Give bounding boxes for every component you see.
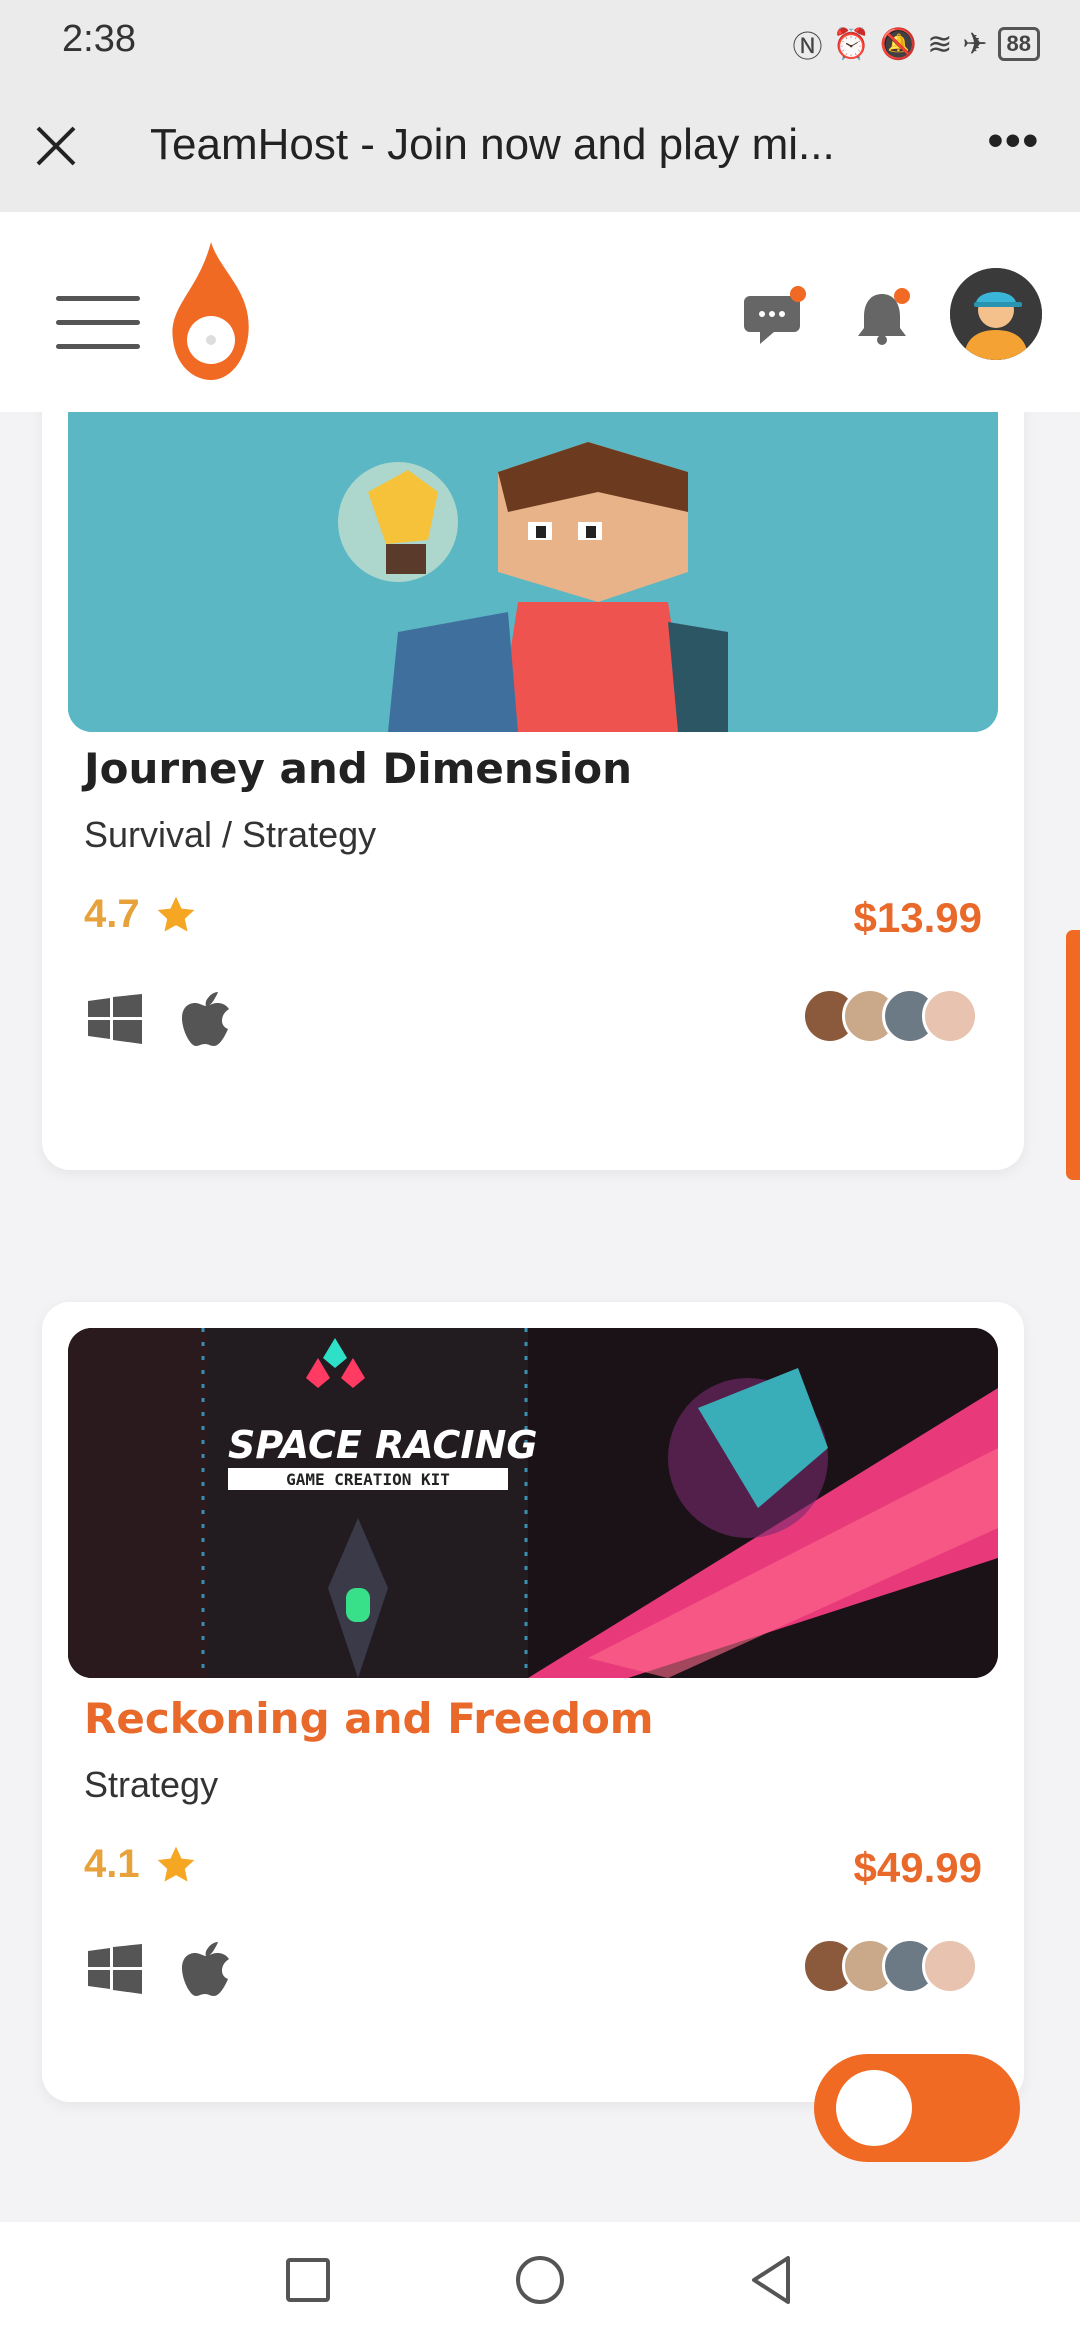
game-card[interactable]: Journey and Dimension Survival / Strateg… [42,412,1024,1170]
close-icon[interactable] [28,118,84,174]
site-header [0,212,1080,412]
theme-toggle[interactable] [814,2054,1020,2162]
players-group[interactable] [802,1938,978,1994]
logo[interactable] [168,242,254,380]
apple-icon [182,992,229,1046]
chat-icon[interactable] [742,282,812,352]
browser-toolbar: TeamHost - Join now and play mi... ••• [0,80,1080,212]
star-icon [157,1846,194,1882]
browser-title: TeamHost - Join now and play mi... [150,120,835,169]
system-nav-bar [0,2222,1080,2340]
game-card[interactable]: SPACE RACING GAME CREATION KIT Reckoning… [42,1302,1024,2102]
airplane-icon: ✈ [962,27,988,61]
alarm-icon: ⏰ [832,27,870,61]
recents-icon[interactable] [278,2250,338,2310]
scrollbar[interactable] [1066,930,1080,1180]
status-time: 2:38 [62,18,136,60]
more-icon[interactable]: ••• [988,116,1040,166]
star-icon [157,896,194,932]
mute-icon: 🔕 [879,27,918,61]
rating-value: 4.1 [84,1842,140,1886]
status-icons: Ⓝ ⏰ 🔕 ≋ ✈ 88 [793,22,1040,66]
windows-icon [88,994,142,1044]
home-icon[interactable] [510,2250,570,2310]
nfc-icon: Ⓝ [792,31,823,64]
game-price: $49.99 [853,1844,982,1891]
game-price: $13.99 [853,894,982,941]
game-thumbnail[interactable]: SPACE RACING GAME CREATION KIT [68,1328,998,1678]
game-list: Journey and Dimension Survival / Strateg… [0,412,1080,2222]
wifi-icon: ≋ [927,27,953,61]
platforms [88,1942,230,1996]
image-title: SPACE RACING [228,1423,538,1467]
menu-icon[interactable] [56,296,140,352]
game-genre: Strategy [84,1764,219,1805]
game-thumbnail[interactable] [68,412,998,732]
player-avatar [922,1938,978,1994]
back-icon[interactable] [742,2250,802,2310]
game-title[interactable]: Journey and Dimension [84,744,632,793]
battery-icon: 88 [997,27,1040,61]
apple-icon [182,1942,229,1996]
windows-icon [88,1944,142,1994]
rating-value: 4.7 [84,892,140,936]
player-avatar [922,988,978,1044]
game-rating: 4.7 [84,892,198,937]
avatar[interactable] [950,268,1042,360]
game-rating: 4.1 [84,1842,198,1887]
toggle-knob [836,2070,912,2146]
status-bar: 2:38 Ⓝ ⏰ 🔕 ≋ ✈ 88 [0,0,1080,80]
game-genre: Survival / Strategy [84,814,377,855]
image-subtitle: GAME CREATION KIT [286,1470,450,1489]
game-title[interactable]: Reckoning and Freedom [84,1694,654,1743]
platforms [88,992,230,1046]
players-group[interactable] [802,988,978,1044]
bell-icon[interactable] [850,282,920,352]
